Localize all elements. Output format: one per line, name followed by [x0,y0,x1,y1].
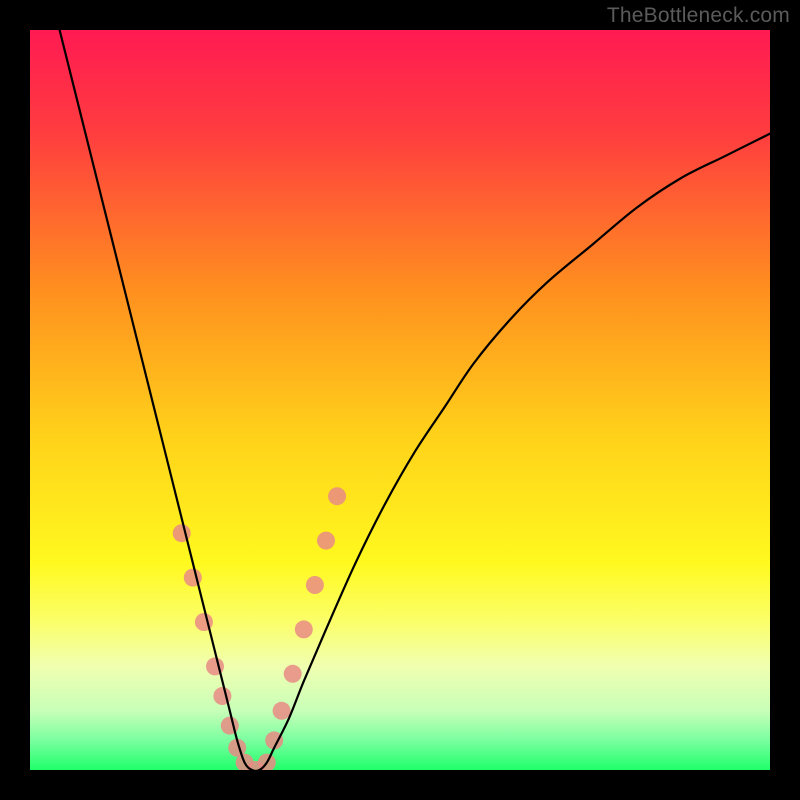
curve-layer [30,30,770,770]
highlight-dots-group [173,487,346,770]
highlight-dot [221,717,239,735]
plot-area [30,30,770,770]
highlight-dot [306,576,324,594]
chart-frame: TheBottleneck.com [0,0,800,800]
highlight-dot [295,620,313,638]
highlight-dot [284,665,302,683]
watermark-text: TheBottleneck.com [607,4,790,28]
highlight-dot [273,702,291,720]
bottleneck-curve [60,30,770,770]
highlight-dot [328,487,346,505]
highlight-dot [317,532,335,550]
